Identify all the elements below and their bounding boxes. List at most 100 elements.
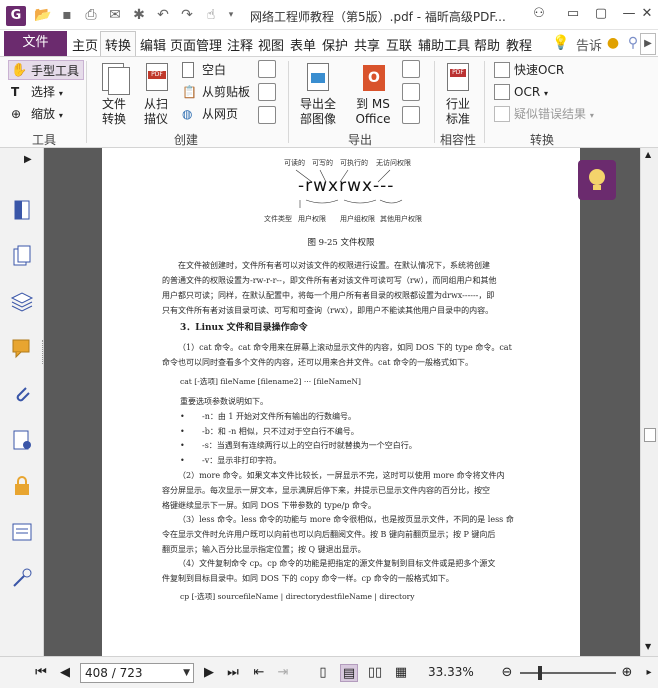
ocr-button[interactable]: OCR ▾ — [492, 82, 548, 102]
restore-icon[interactable]: ▢ — [590, 4, 612, 24]
close-button[interactable]: ✕ — [636, 4, 658, 24]
user-icon[interactable]: ⚇ — [528, 4, 550, 24]
layers-icon[interactable] — [10, 290, 34, 314]
text-line: 翻页显示；输入百分比显示指定位置；按 Q 键退出显示。 — [162, 545, 366, 554]
file-convert-button[interactable]: 文件 转换 — [94, 61, 134, 127]
hand-tool-quick-icon[interactable]: ☝ — [202, 6, 220, 24]
continuous-view-icon[interactable]: ▤ — [340, 664, 358, 682]
insert-page-icon[interactable] — [258, 60, 276, 78]
lightbulb-icon[interactable]: 💡 — [552, 34, 570, 52]
next-view-icon[interactable]: ⇥ — [274, 664, 292, 682]
zoom-slider[interactable] — [520, 666, 616, 680]
security-lock-icon[interactable] — [10, 474, 34, 498]
from-clipboard-button[interactable]: 📋 从剪贴板 — [180, 82, 250, 102]
next-page-icon[interactable]: ▶ — [200, 664, 218, 682]
tab-tutorial[interactable]: 教程 — [506, 35, 532, 54]
tab-edit[interactable]: 编辑 — [140, 35, 166, 54]
tips-lightbulb-button[interactable] — [578, 160, 616, 200]
redo-icon[interactable]: ↷ — [178, 6, 196, 24]
scroll-down-icon[interactable]: ▼ — [645, 642, 651, 651]
suspect-results-button[interactable]: 疑似错误结果 ▾ — [492, 104, 594, 124]
ribbon-expand-icon[interactable]: ▶ — [640, 33, 656, 55]
save-icon[interactable]: ▪ — [58, 6, 76, 24]
scroll-up-icon[interactable]: ▲ — [645, 150, 651, 159]
tab-connect[interactable]: 互联 — [386, 35, 412, 54]
form-fields-icon[interactable] — [10, 520, 34, 544]
text-line: （3）less 命令。less 命令的功能与 more 命令很相似，也是按页显示… — [178, 515, 514, 524]
quick-ocr-button[interactable]: 快速OCR — [492, 60, 564, 80]
blank-button[interactable]: 空白 — [180, 60, 226, 80]
tab-comment[interactable]: 注释 — [227, 35, 253, 54]
new-icon[interactable]: ✱ — [130, 6, 148, 24]
zoom-level[interactable]: 33.33% — [428, 665, 474, 679]
expand-panel-icon[interactable]: ▶ — [24, 154, 32, 165]
chevron-down-icon[interactable]: ▼ — [183, 664, 190, 682]
app-logo[interactable]: G — [6, 6, 26, 26]
from-scanner-button[interactable]: PDF 从扫 描仪 — [138, 61, 174, 127]
tab-accessibility[interactable]: 辅助工具 — [418, 35, 470, 54]
tab-share[interactable]: 共享 — [354, 35, 380, 54]
industry-standard-button[interactable]: PDF 行业 标准 — [440, 61, 476, 127]
document-viewer[interactable]: 可读的 可写的 可执行的 无访问权限 -rwxrwx--- 文件类型 用户权限 … — [44, 148, 640, 656]
paragraph-less: （3）less 命令。less 命令的功能与 more 命令很相似，也是按页显示… — [162, 512, 522, 557]
group-label-create: 创建 — [174, 133, 199, 147]
export-image-icon[interactable] — [402, 60, 420, 78]
export-html-icon[interactable] — [402, 83, 420, 101]
facing-view-icon[interactable]: ▯▯ — [366, 664, 384, 682]
tab-organize[interactable]: 页面管理 — [170, 35, 222, 54]
figure-caption: 图 9-25 文件权限 — [307, 238, 375, 248]
previous-view-icon[interactable]: ⇤ — [250, 664, 268, 682]
tab-protect[interactable]: 保护 — [322, 35, 348, 54]
to-ms-office-button[interactable]: O 到 MS Office — [350, 61, 396, 127]
list-item: • -b：和 -n 相似，只不过对于空白行不编号。 — [180, 427, 359, 436]
scrollbar-thumb[interactable] — [644, 428, 656, 442]
from-web-button[interactable]: ◍ 从网页 — [180, 104, 238, 124]
tab-file[interactable]: 文件 — [4, 31, 67, 56]
bookmark-icon[interactable] — [10, 198, 34, 222]
zoom-button[interactable]: ⊕ 缩放 ▾ — [9, 104, 63, 124]
minimize-ribbon-icon[interactable]: ▭ — [562, 4, 584, 24]
options-intro: 重要选项参数说明如下。 — [180, 397, 268, 406]
signature-icon[interactable] — [10, 428, 34, 452]
paragraph-permissions: 在文件被创建时，文件所有者可以对该文件的权限进行设置。在默认情况下，系统将创建 … — [162, 258, 522, 318]
tab-home[interactable]: 主页 — [72, 35, 98, 54]
pages-thumbnail-icon[interactable] — [10, 244, 34, 268]
export-other-icon[interactable] — [402, 106, 420, 124]
tab-view[interactable]: 视图 — [258, 35, 284, 54]
combine-files-icon[interactable] — [258, 83, 276, 101]
ribbon-separator — [484, 61, 485, 143]
status-expand-icon[interactable]: ▸ — [640, 664, 658, 682]
email-icon[interactable]: ✉ — [106, 6, 124, 24]
open-folder-icon[interactable]: 📂 — [34, 6, 52, 24]
destinations-icon[interactable] — [10, 566, 34, 590]
comments-icon[interactable] — [10, 336, 34, 360]
coin-icon[interactable]: ● — [604, 34, 622, 52]
customize-chevron-icon[interactable]: ▾ — [222, 6, 240, 24]
zoom-slider-knob[interactable] — [538, 666, 542, 680]
vertical-scrollbar[interactable]: ▲ ▼ — [640, 148, 658, 656]
fig-label-user-perm: 用户权限 — [298, 215, 326, 223]
continuous-facing-icon[interactable]: ▦ — [392, 664, 410, 682]
prev-page-icon[interactable]: ◀ — [56, 664, 74, 682]
attachment-icon[interactable] — [10, 382, 34, 406]
tab-convert[interactable]: 转换 — [100, 31, 137, 56]
zoom-out-icon[interactable]: ⊖ — [498, 664, 516, 682]
print-icon[interactable]: ⎙ — [82, 6, 100, 24]
tab-help[interactable]: 帮助 — [474, 35, 500, 54]
fig-label-group-perm: 用户组权限 — [340, 215, 375, 223]
undo-icon[interactable]: ↶ — [154, 6, 172, 24]
page-number-input[interactable]: 408 / 723 ▼ — [80, 663, 194, 683]
zoom-in-icon[interactable]: ⊕ — [618, 664, 636, 682]
hand-tool-button[interactable]: ✋ 手型工具 — [8, 60, 85, 80]
export-all-images-button[interactable]: 导出全 部图像 — [296, 61, 340, 127]
text-line: 的普通文件的权限设置为-rw-r-r--，即文件所有者对该文件可读可写（rw），… — [162, 276, 497, 285]
select-button[interactable]: T 选择 ▾ — [9, 82, 63, 102]
last-page-icon[interactable]: ⏭ — [224, 664, 242, 682]
first-page-icon[interactable]: ⏮ — [32, 664, 50, 682]
tab-form[interactable]: 表单 — [290, 35, 316, 54]
fig-label-executable: 可执行的 — [340, 159, 368, 167]
single-page-view-icon[interactable]: ▯ — [314, 664, 332, 682]
portfolio-icon[interactable] — [258, 106, 276, 124]
export-all-images-label-1: 导出全 — [299, 97, 336, 111]
tell-me-input[interactable]: 告诉 — [576, 35, 602, 54]
